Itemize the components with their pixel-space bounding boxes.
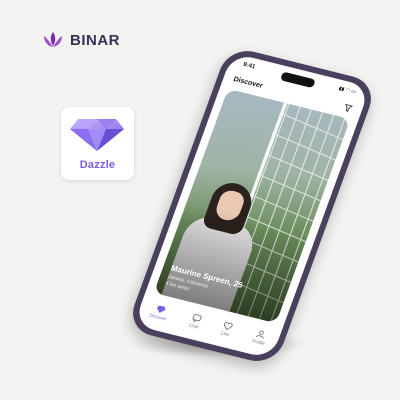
tab-profile[interactable]: Profile: [252, 328, 270, 346]
phone-mockup: 9:41 ▮▮ ◠ ▭ Discover Maurine Spreen, 25 …: [0, 0, 400, 400]
tab-label: Like: [220, 330, 231, 337]
status-icons: ▮▮ ◠ ▭: [337, 85, 357, 96]
filter-icon[interactable]: [343, 103, 354, 113]
tab-like[interactable]: Like: [220, 320, 234, 337]
dynamic-island: [279, 71, 316, 89]
phone-frame: 9:41 ▮▮ ◠ ▭ Discover Maurine Spreen, 25 …: [125, 45, 379, 367]
tab-label: Chat: [188, 321, 200, 330]
tab-discover[interactable]: Discover: [149, 303, 171, 321]
tab-label: Discover: [148, 312, 168, 322]
status-time: 9:41: [242, 61, 256, 71]
tab-chat[interactable]: Chat: [188, 313, 202, 329]
phone-screen: 9:41 ▮▮ ◠ ▭ Discover Maurine Spreen, 25 …: [133, 52, 371, 360]
screen-title: Discover: [232, 75, 264, 90]
profile-card[interactable]: Maurine Spreen, 25 Jakarta, Indonesia 4 …: [153, 88, 351, 324]
